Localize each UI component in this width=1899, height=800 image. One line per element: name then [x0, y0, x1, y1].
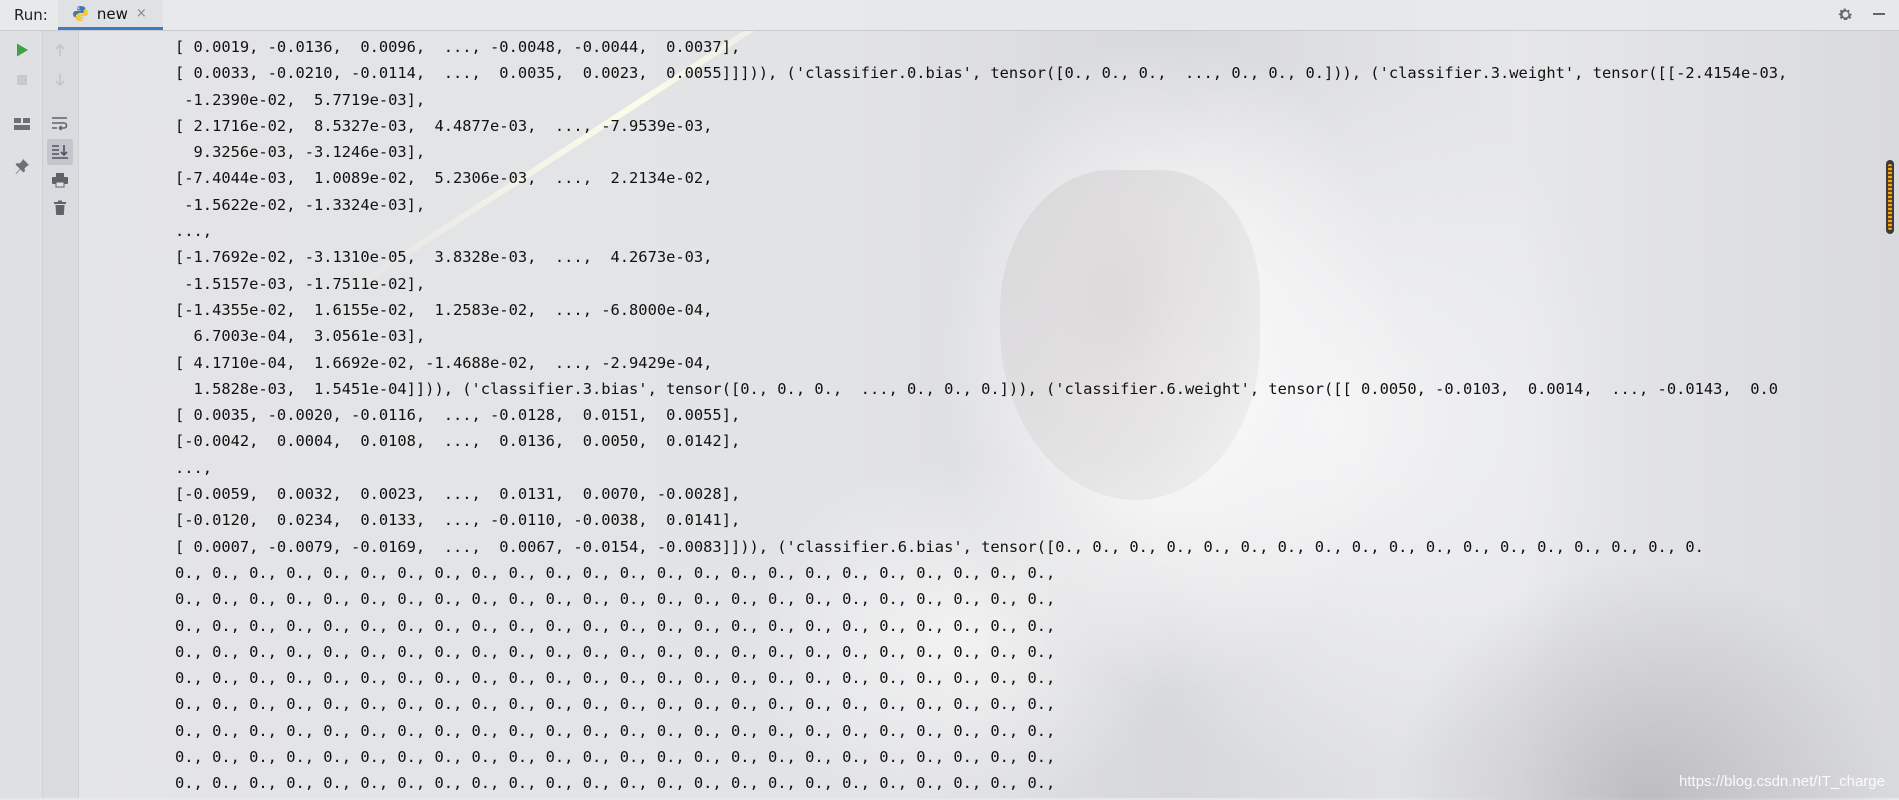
console-line: [ 4.1710e-04, 1.6692e-02, -1.4688e-02, .… — [175, 353, 713, 372]
scroll-to-end-button[interactable] — [47, 139, 73, 165]
pin-tab-button[interactable] — [9, 153, 35, 179]
console-line: 0., 0., 0., 0., 0., 0., 0., 0., 0., 0., … — [175, 774, 1056, 793]
print-button[interactable] — [47, 167, 73, 193]
play-icon — [17, 43, 28, 57]
scroll-marker-bar[interactable] — [1886, 160, 1894, 234]
run-label: Run: — [14, 6, 48, 24]
run-tab-new[interactable]: new × — [57, 0, 163, 30]
console-line: 0., 0., 0., 0., 0., 0., 0., 0., 0., 0., … — [175, 748, 1056, 767]
arrow-down-icon — [55, 74, 65, 87]
print-icon — [52, 173, 68, 188]
console-line: 0., 0., 0., 0., 0., 0., 0., 0., 0., 0., … — [175, 563, 1056, 582]
console-line: 0., 0., 0., 0., 0., 0., 0., 0., 0., 0., … — [175, 642, 1056, 661]
run-tab-label: new — [96, 4, 128, 23]
console-line: 0., 0., 0., 0., 0., 0., 0., 0., 0., 0., … — [175, 616, 1056, 635]
console-line: -1.5157e-03, -1.7511e-02], — [175, 274, 426, 293]
scroll-to-end-icon — [52, 145, 68, 159]
stop-icon — [17, 75, 27, 85]
console-output[interactable]: [ 0.0019, -0.0136, 0.0096, ..., -0.0048,… — [175, 34, 1899, 798]
console-line: -1.2390e-02, 5.7719e-03], — [175, 90, 426, 109]
console-line: 1.5828e-03, 1.5451e-04]])), ('classifier… — [175, 379, 1779, 398]
runbar-actions — [1835, 4, 1889, 24]
console-line: [-1.4355e-02, 1.6155e-02, 1.2583e-02, ..… — [175, 300, 713, 319]
minimize-icon[interactable] — [1869, 4, 1889, 24]
console-line: ..., — [175, 222, 213, 241]
soft-wrap-button[interactable] — [47, 110, 73, 136]
console-line: 0., 0., 0., 0., 0., 0., 0., 0., 0., 0., … — [175, 721, 1056, 740]
layout-icon — [14, 118, 30, 130]
console-line: [ 0.0033, -0.0210, -0.0114, ..., 0.0035,… — [175, 64, 1788, 83]
console-line: [ 0.0035, -0.0020, -0.0116, ..., -0.0128… — [175, 406, 741, 425]
console-line: 0., 0., 0., 0., 0., 0., 0., 0., 0., 0., … — [175, 590, 1056, 609]
arrow-up-icon — [55, 43, 65, 56]
rerun-button[interactable] — [9, 37, 35, 63]
console-line: [-0.0120, 0.0234, 0.0133, ..., -0.0110, … — [175, 511, 741, 530]
console-line: 9.3256e-03, -3.1246e-03], — [175, 143, 426, 162]
run-toolbar: Run: new × — [0, 0, 1899, 31]
next-occurrence-button[interactable] — [47, 67, 73, 93]
console-line: ..., — [175, 458, 213, 477]
console-line: 0., 0., 0., 0., 0., 0., 0., 0., 0., 0., … — [175, 669, 1056, 688]
watermark-text: https://blog.csdn.net/IT_charge — [1679, 773, 1885, 790]
run-toolbar-left — [0, 31, 43, 798]
console-line: -1.5622e-02, -1.3324e-03], — [175, 195, 426, 214]
console-line: [ 2.1716e-02, 8.5327e-03, 4.4877e-03, ..… — [175, 116, 713, 135]
previous-occurrence-button[interactable] — [47, 37, 73, 63]
trash-icon — [54, 200, 66, 215]
close-tab-icon[interactable]: × — [136, 6, 147, 21]
console-toolbar — [43, 31, 79, 798]
soft-wrap-icon — [52, 117, 68, 131]
stop-button[interactable] — [9, 67, 35, 93]
layout-button[interactable] — [9, 111, 35, 137]
console-line: 0., 0., 0., 0., 0., 0., 0., 0., 0., 0., … — [175, 695, 1056, 714]
console-line: [ 0.0019, -0.0136, 0.0096, ..., -0.0048,… — [175, 38, 741, 56]
console-line: [-0.0059, 0.0032, 0.0023, ..., 0.0131, 0… — [175, 485, 741, 504]
clear-console-button[interactable] — [47, 195, 73, 221]
console-line: [-1.7692e-02, -3.1310e-05, 3.8328e-03, .… — [175, 248, 713, 267]
console-line: [-0.0042, 0.0004, 0.0108, ..., 0.0136, 0… — [175, 432, 741, 451]
console-line: [ 0.0007, -0.0079, -0.0169, ..., 0.0067,… — [175, 537, 1704, 556]
python-icon — [72, 6, 88, 21]
console-line: [-7.4044e-03, 1.0089e-02, 5.2306e-03, ..… — [175, 169, 713, 188]
pin-icon — [15, 159, 29, 174]
console-line: 6.7003e-04, 3.0561e-03], — [175, 327, 426, 346]
gear-icon[interactable] — [1835, 4, 1855, 24]
